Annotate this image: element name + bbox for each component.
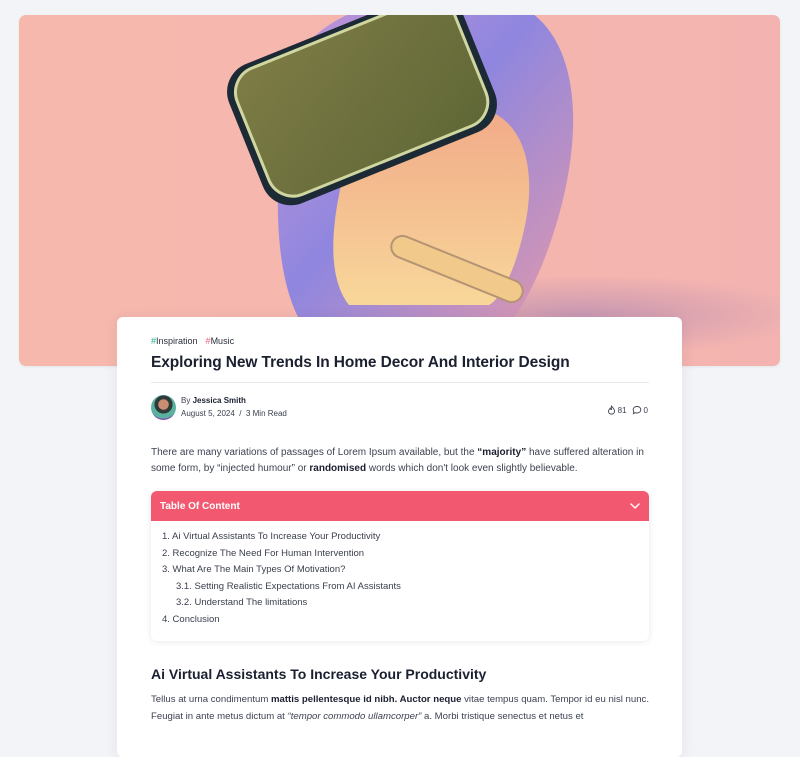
tag-label: Music bbox=[210, 336, 235, 346]
section-heading: Ai Virtual Assistants To Increase Your P… bbox=[151, 666, 487, 682]
post-date: August 5, 2024 bbox=[181, 409, 235, 418]
author-by-label: By bbox=[181, 396, 191, 405]
read-time: 3 Min Read bbox=[245, 409, 287, 418]
intro-paragraph: There are many variations of passages of… bbox=[151, 447, 644, 474]
author-name[interactable]: Jessica Smith bbox=[193, 396, 246, 405]
toc-list: 1. Ai Virtual Assistants To Increase You… bbox=[151, 521, 649, 628]
tag-music[interactable]: #Music bbox=[206, 336, 235, 346]
tag-list: #Inspiration #Music bbox=[151, 336, 234, 346]
table-of-content: Table Of Content 1. Ai Virtual Assistant… bbox=[151, 491, 649, 641]
toc-item[interactable]: 2. Recognize The Need For Human Interven… bbox=[162, 546, 649, 563]
tag-inspiration[interactable]: #Inspiration bbox=[151, 336, 198, 346]
toc-title: Table Of Content bbox=[160, 500, 240, 512]
likes-stat[interactable]: 81 bbox=[607, 405, 627, 415]
comments-count: 0 bbox=[643, 405, 648, 415]
toc-item[interactable]: 4. Conclusion bbox=[162, 612, 649, 629]
toc-item[interactable]: 1. Ai Virtual Assistants To Increase You… bbox=[162, 529, 649, 546]
meta-separator: / bbox=[239, 409, 242, 418]
smartwatch-band-icon bbox=[227, 15, 780, 355]
toc-subitem[interactable]: 3.1. Setting Realistic Expectations From… bbox=[162, 579, 649, 596]
flame-icon bbox=[607, 405, 615, 415]
post-stats: 81 0 bbox=[607, 405, 648, 415]
toc-subitem[interactable]: 3.2. Understand The limitations bbox=[162, 595, 649, 612]
chevron-down-icon bbox=[630, 503, 640, 509]
author-block: By Jessica Smith August 5, 2024 / 3 Min … bbox=[151, 394, 287, 420]
article-title: Exploring New Trends In Home Decor And I… bbox=[151, 354, 570, 371]
author-meta: By Jessica Smith August 5, 2024 / 3 Min … bbox=[181, 394, 287, 420]
comment-icon bbox=[632, 406, 641, 415]
article-card: #Inspiration #Music Exploring New Trends… bbox=[117, 317, 682, 757]
toc-item[interactable]: 3. What Are The Main Types Of Motivation… bbox=[162, 562, 649, 579]
divider bbox=[151, 382, 649, 383]
tag-label: Inspiration bbox=[156, 336, 198, 346]
hero-image bbox=[19, 15, 780, 366]
comments-stat[interactable]: 0 bbox=[632, 405, 648, 415]
avatar[interactable] bbox=[151, 394, 176, 420]
toc-toggle[interactable]: Table Of Content bbox=[151, 491, 649, 521]
section-paragraph: Tellus at urna condimentum mattis pellen… bbox=[151, 694, 650, 722]
likes-count: 81 bbox=[617, 405, 627, 415]
